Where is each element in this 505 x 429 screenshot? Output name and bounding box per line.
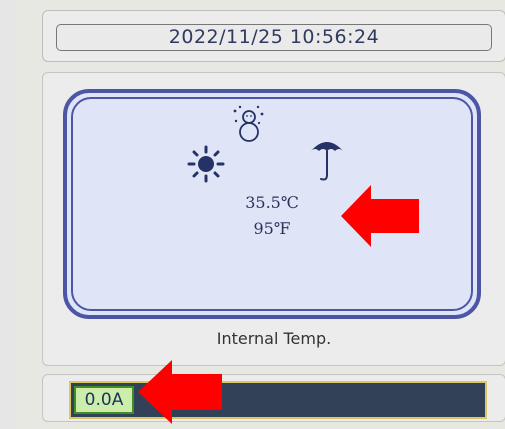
- datetime-panel: 2022/11/25 10:56:24: [42, 10, 505, 62]
- internal-temp-panel: 35.5℃ 95℉ Internal Temp.: [42, 72, 505, 366]
- snowman-icon: [233, 105, 264, 142]
- internal-temp-label: Internal Temp.: [216, 329, 332, 348]
- red-arrow-icon: [138, 360, 222, 424]
- current-value: 0.0A: [74, 386, 134, 414]
- current-bar: 0.0A: [69, 381, 487, 419]
- sun-icon: [187, 145, 225, 183]
- temperature-screen-inner: 35.5℃ 95℉: [71, 97, 473, 311]
- red-arrow-icon: [341, 185, 419, 247]
- current-panel: 0.0A: [42, 374, 505, 422]
- temperature-screen: 35.5℃ 95℉: [63, 89, 481, 319]
- datetime-display: 2022/11/25 10:56:24: [56, 24, 492, 51]
- device-panel: 2022/11/25 10:56:24 35.5℃ 95℉ Internal T…: [14, 0, 505, 429]
- umbrella-icon: [311, 142, 343, 181]
